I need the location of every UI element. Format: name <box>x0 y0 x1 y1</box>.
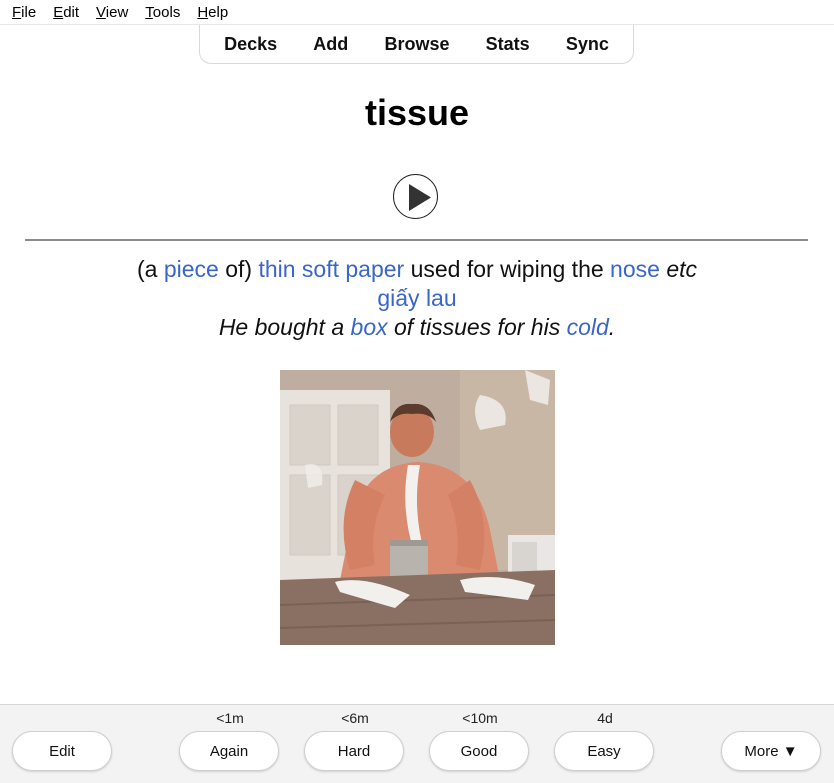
interval-easy: 4d <box>597 710 613 726</box>
edit-button[interactable]: Edit <box>12 731 112 771</box>
play-icon <box>409 184 431 211</box>
menu-file[interactable]: File <box>12 4 36 21</box>
decks-button[interactable]: Decks <box>216 34 285 55</box>
link-box[interactable]: box <box>351 314 388 340</box>
link-piece[interactable]: piece <box>164 256 219 282</box>
interval-again: <1m <box>216 710 244 726</box>
translation-line: giấy lau <box>0 284 834 313</box>
answer-divider <box>25 239 808 241</box>
link-thin-soft-paper[interactable]: thin soft paper <box>258 256 404 282</box>
definition-line: (a piece of) thin soft paper used for wi… <box>136 256 697 282</box>
interval-hard: <6m <box>341 710 369 726</box>
menu-help[interactable]: Help <box>197 4 228 21</box>
play-audio-button[interactable] <box>393 174 438 219</box>
card-image <box>280 370 555 645</box>
menu-view[interactable]: View <box>96 4 128 21</box>
stats-button[interactable]: Stats <box>478 34 538 55</box>
more-button[interactable]: More ▼ <box>721 731 821 771</box>
link-cold[interactable]: cold <box>567 314 609 340</box>
hard-button[interactable]: Hard <box>304 731 404 771</box>
add-button[interactable]: Add <box>305 34 356 55</box>
translation-text: giấy lau <box>377 285 457 311</box>
sync-button[interactable]: Sync <box>558 34 617 55</box>
good-button[interactable]: Good <box>429 731 529 771</box>
browse-button[interactable]: Browse <box>376 34 457 55</box>
answer-bar: <1m <6m <10m 4d Edit Again Hard Good Eas… <box>0 704 834 783</box>
menu-tools[interactable]: Tools <box>145 4 180 21</box>
card-word: tissue <box>364 92 470 133</box>
menu-edit[interactable]: Edit <box>53 4 79 21</box>
again-button[interactable]: Again <box>179 731 279 771</box>
menu-bar: File Edit View Tools Help <box>0 0 834 25</box>
link-nose[interactable]: nose <box>610 256 660 282</box>
top-toolbar: Decks Add Browse Stats Sync <box>199 25 634 64</box>
example-sentence: He bought a box of tissues for his cold. <box>218 314 616 340</box>
easy-button[interactable]: Easy <box>554 731 654 771</box>
interval-good: <10m <box>462 710 498 726</box>
